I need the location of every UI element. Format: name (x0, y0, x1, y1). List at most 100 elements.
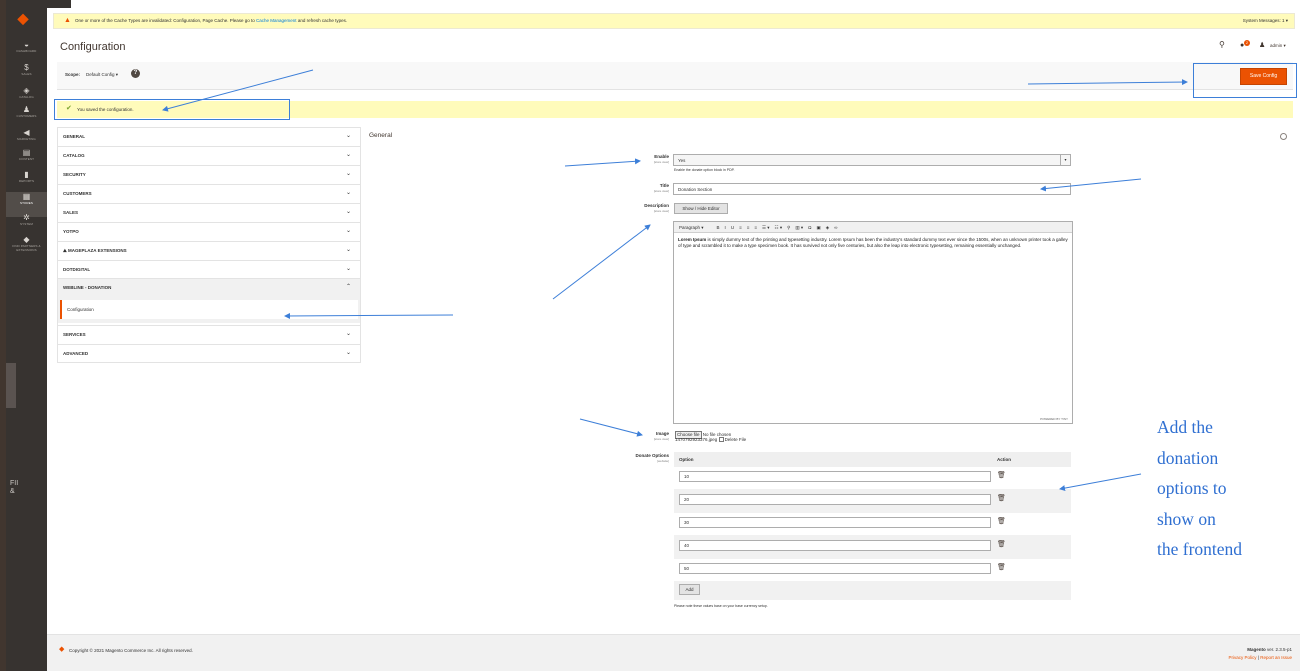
config-tab-8[interactable]: DOTDIGITAL ⌄ (57, 260, 361, 279)
help-icon[interactable]: ? (131, 69, 140, 78)
editor-toolbar-button[interactable]: I (725, 222, 726, 233)
sidebar-item-label: STORES (20, 201, 33, 205)
user-icon[interactable]: ♟ (1259, 41, 1265, 50)
search-icon[interactable]: ⚲ (1219, 40, 1225, 50)
donate-option-input[interactable] (679, 540, 991, 551)
chevron-icon: ⌄ (345, 171, 351, 177)
config-tab-advanced[interactable]: ADVANCED ⌄ (57, 344, 361, 363)
editor-toolbar-button[interactable]: ⚲ (787, 222, 790, 233)
config-tab-3[interactable]: SECURITY ⌄ (57, 165, 361, 184)
annotation-text: Add the donation options to show on the fron… (1157, 412, 1292, 565)
trash-icon[interactable]: 🗑 (997, 517, 1006, 527)
page-footer (47, 634, 1300, 671)
privacy-policy-link[interactable]: Privacy Policy (1229, 655, 1257, 660)
footer-version: Magento ver. 2.3.5-p1 (1247, 647, 1292, 652)
action-column-header: Action (997, 457, 1011, 462)
editor-toolbar-button[interactable]: ≡ (747, 222, 750, 233)
editor-toolbar-button[interactable]: ▣ (817, 222, 821, 233)
trash-icon[interactable]: 🗑 (997, 494, 1006, 504)
cache-management-link[interactable]: Cache Management (256, 18, 297, 23)
editor-toolbar-button[interactable]: Ω (808, 222, 811, 233)
page-title: Configuration (60, 41, 126, 53)
report-issue-link[interactable]: Report an Issue (1260, 655, 1292, 660)
wysiwyg-editor[interactable]: Paragraph ▾ B I U ≡ ≡ ≡ ☰ ▾ ☷ ▾ ⚲ ▥ ▾ Ω ▣ ◈ ∞ Lorem Ip… (673, 221, 1073, 424)
sidebar-item-find[interactable]: ◆ FIND PARTNERS & EXTENSIONS (6, 235, 47, 260)
editor-content[interactable]: Lorem Ipsum is simply dummy text of the … (678, 237, 1070, 249)
trash-icon[interactable]: 🗑 (997, 540, 1006, 550)
config-tab-label: CATALOG (63, 153, 85, 158)
donate-option-input[interactable] (679, 517, 991, 528)
chevron-icon: ⌄ (345, 228, 351, 234)
config-nav-right-border (360, 127, 361, 363)
config-subitem-label: Configuration (67, 307, 94, 312)
sidebar-item-dashboard[interactable]: ◒ DASHBOARD (6, 40, 47, 65)
config-tab-label: YOTPO (63, 229, 79, 234)
donate-options-label-group: Donate Options [website] (600, 453, 670, 465)
chevron-down-icon: ▾ (1060, 155, 1070, 165)
enable-select[interactable]: Yes ▾ (673, 154, 1071, 166)
image-file-row: 1470792923376.jpeg Delete File (675, 437, 746, 443)
trash-icon[interactable]: 🗑 (997, 563, 1006, 573)
config-tab-4[interactable]: CUSTOMERS ⌄ (57, 184, 361, 203)
config-tab-9[interactable]: WEBLINE - DONATION ⌃ (57, 278, 361, 297)
success-highlight-box (54, 99, 290, 120)
editor-toolbar-button[interactable]: U (731, 222, 734, 233)
magento-footer-logo-icon: ◆ (59, 646, 65, 653)
config-tab-services[interactable]: SERVICES ⌄ (57, 325, 361, 344)
config-tab-label: ADVANCED (63, 351, 89, 356)
sidebar-item-customers[interactable]: ♟ CUSTOMERS (6, 105, 47, 130)
sidebar-item-sales[interactable]: $ SALES (6, 63, 47, 88)
system-message-text: One or more of the Cache Types are inval… (75, 18, 348, 23)
editor-toolbar-button[interactable]: ≡ (739, 222, 742, 233)
powered-by-tiny: POWERED BY TINY (1040, 417, 1068, 421)
show-hide-editor-button[interactable]: Show / Hide Editor (674, 203, 728, 214)
config-tab-5[interactable]: SALES ⌄ (57, 203, 361, 222)
editor-toolbar-button[interactable]: Paragraph ▾ (679, 222, 704, 233)
user-menu[interactable]: admin ▾ (1270, 43, 1286, 49)
footer-copyright: Copyright © 2021 Magento Commerce Inc. A… (69, 648, 193, 653)
scope-switcher[interactable]: Default Config ▾ (86, 72, 118, 78)
sidebar-scrollbar[interactable] (6, 363, 16, 408)
config-tab-label: CUSTOMERS (63, 191, 92, 196)
annotation-line: the frontend (1157, 539, 1243, 559)
title-input[interactable]: Donation Section (673, 183, 1071, 195)
editor-toolbar-button[interactable]: ≡ (754, 222, 757, 233)
config-tab-1[interactable]: GENERAL ⌄ (57, 127, 361, 146)
config-tab-7[interactable]: ⛰ MAGEPLAZA EXTENSIONS ⌄ (57, 241, 361, 260)
title-input-value: Donation Section (678, 187, 713, 192)
magento-logo-icon[interactable]: ◆ (16, 10, 30, 26)
config-tab-2[interactable]: CATALOG ⌄ (57, 146, 361, 165)
chevron-icon: ⌄ (345, 247, 351, 253)
sidebar-ghost-text: FII & (10, 480, 19, 495)
content-icon: ▤ (22, 148, 31, 157)
chevron-icon: ⌄ (345, 266, 351, 272)
chevron-icon: ⌄ (345, 152, 351, 158)
sidebar-item-label: FIND PARTNERS & EXTENSIONS (12, 244, 41, 252)
delete-file-checkbox[interactable] (718, 437, 724, 442)
sidebar-item-label: MARKETING (17, 137, 36, 141)
add-option-button[interactable]: Add (679, 584, 700, 595)
editor-toolbar-button[interactable]: ▥ ▾ (795, 222, 803, 233)
sidebar-item-label: SALES (21, 72, 32, 76)
editor-toolbar-button[interactable]: ☷ ▾ (775, 222, 783, 233)
editor-toolbar-button[interactable]: ∞ (834, 222, 837, 233)
config-nav-bottom-border (57, 362, 361, 363)
config-subitem-configuration[interactable]: Configuration (60, 300, 358, 319)
donate-options-note: Please note these values base on your ba… (674, 604, 768, 608)
trash-icon[interactable]: 🗑 (997, 471, 1006, 481)
donate-option-row: 🗑 (674, 513, 1071, 535)
donate-option-input[interactable] (679, 471, 991, 482)
dashboard-icon: ◒ (24, 40, 29, 49)
system-messages-dropdown[interactable]: System Messages: 1 ▾ (1243, 18, 1288, 24)
scope-label: Scope: (65, 72, 81, 77)
donate-option-input[interactable] (679, 494, 991, 505)
editor-toolbar-button[interactable]: B (717, 222, 720, 233)
donate-option-row: 🗑 (674, 536, 1071, 558)
store-icon: ▦ (22, 192, 31, 201)
editor-toolbar-button[interactable]: ◈ (826, 222, 829, 233)
config-tab-6[interactable]: YOTPO ⌄ (57, 222, 361, 241)
sidebar-item-label: CUSTOMERS (16, 114, 37, 118)
donate-option-input[interactable] (679, 563, 991, 574)
editor-toolbar-button[interactable]: ☰ ▾ (762, 222, 770, 233)
section-collapse-icon[interactable] (1280, 133, 1287, 140)
